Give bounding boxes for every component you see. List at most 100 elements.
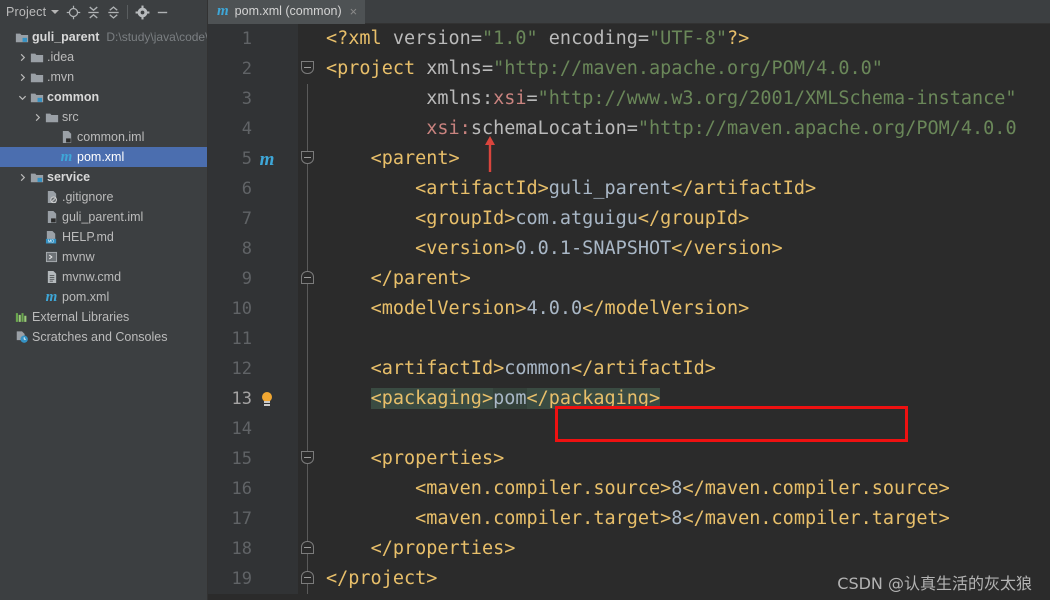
tab-pom-xml-common[interactable]: m pom.xml (common) × (208, 0, 366, 24)
code-line[interactable]: 12 <artifactId>common</artifactId> (208, 354, 1050, 384)
maven-m-icon[interactable]: m (256, 150, 278, 169)
code-line[interactable]: 7 <groupId>com.atguigu</groupId> (208, 204, 1050, 234)
lightbulb-icon[interactable] (256, 391, 278, 407)
fold-toggle[interactable] (298, 144, 318, 174)
locate-icon[interactable] (63, 2, 83, 22)
code-line[interactable]: 9 </parent> (208, 264, 1050, 294)
project-tree[interactable]: guli_parent D:\study\java\code\ .idea .mvn c… (0, 24, 208, 600)
code-text: <artifactId>guli_parent</artifactId> (415, 178, 817, 199)
tree-item-src[interactable]: src (0, 107, 207, 127)
tree-item-mvn[interactable]: .mvn (0, 67, 207, 87)
code-line[interactable]: 16 <maven.compiler.source>8</maven.compi… (208, 474, 1050, 504)
fold-minus-icon[interactable] (301, 451, 314, 464)
code-text: <maven.compiler.target>8</maven.compiler… (415, 508, 950, 529)
gitignore-file-icon (43, 190, 60, 204)
chevron-right-icon[interactable] (32, 113, 43, 122)
tree-item-scratches-and-consoles[interactable]: Scratches and Consoles (0, 327, 207, 347)
editor-gutter[interactable]: 5m (208, 144, 298, 174)
fold-minus-icon[interactable] (301, 271, 314, 284)
editor-gutter[interactable]: 19 (208, 564, 298, 594)
editor-gutter[interactable]: 1 (208, 24, 298, 54)
fold-minus-icon[interactable] (301, 151, 314, 164)
fold-area (298, 84, 318, 114)
tree-item-mvnw[interactable]: mvnw (0, 247, 207, 267)
code-line[interactable]: 11 (208, 324, 1050, 354)
tree-item-guli-parent-iml[interactable]: guli_parent.iml (0, 207, 207, 227)
chevron-right-icon[interactable] (17, 173, 28, 182)
editor-gutter[interactable]: 7 (208, 204, 298, 234)
editor-gutter[interactable]: 11 (208, 324, 298, 354)
fold-minus-icon[interactable] (301, 61, 314, 74)
editor-gutter[interactable]: 8 (208, 234, 298, 264)
expand-all-icon[interactable] (83, 2, 103, 22)
code-line[interactable]: 18 </properties> (208, 534, 1050, 564)
tree-item-help-md[interactable]: MD HELP.md (0, 227, 207, 247)
chevron-down-icon[interactable] (51, 10, 60, 14)
editor-gutter[interactable]: 4 (208, 114, 298, 144)
editor-gutter[interactable]: 16 (208, 474, 298, 504)
fold-toggle[interactable] (298, 54, 318, 84)
watermark-text: CSDN @认真生活的灰太狼 (837, 574, 1032, 593)
fold-minus-icon[interactable] (301, 571, 314, 584)
editor-gutter[interactable]: 12 (208, 354, 298, 384)
code-line[interactable]: 8 <version>0.0.1-SNAPSHOT</version> (208, 234, 1050, 264)
fold-minus-icon[interactable] (301, 541, 314, 554)
tree-item-common-iml[interactable]: common.iml (0, 127, 207, 147)
editor-gutter[interactable]: 9 (208, 264, 298, 294)
tree-item-gitignore[interactable]: .gitignore (0, 187, 207, 207)
tree-item-pom-xml[interactable]: m pom.xml (0, 287, 207, 307)
line-number: 2 (241, 59, 252, 79)
code-line[interactable]: 3 xmlns:xsi="http://www.w3.org/2001/XMLS… (208, 84, 1050, 114)
tree-item-idea[interactable]: .idea (0, 47, 207, 67)
editor-gutter[interactable]: 15 (208, 444, 298, 474)
fold-toggle[interactable] (298, 534, 318, 564)
editor-gutter[interactable]: 10 (208, 294, 298, 324)
line-number: 19 (231, 569, 252, 589)
editor-gutter[interactable]: 17 (208, 504, 298, 534)
iml-file-icon (58, 130, 75, 144)
code-line[interactable]: 5m <parent> (208, 136, 1050, 174)
tree-item-mvnw-cmd[interactable]: mvnw.cmd (0, 267, 207, 287)
tree-item-service[interactable]: service (0, 167, 207, 187)
tree-item-label: pom.xml (77, 150, 125, 164)
code-line[interactable]: 17 <maven.compiler.target>8</maven.compi… (208, 504, 1050, 534)
editor-gutter[interactable]: 2 (208, 54, 298, 84)
code-text: <packaging>pom</packaging> (370, 388, 661, 409)
fold-toggle[interactable] (298, 264, 318, 294)
code-editor[interactable]: 1 <?xml version="1.0" encoding="UTF-8"?> 2… (208, 24, 1050, 600)
code-line[interactable]: 4 xsi:schemaLocation="http://maven.apach… (208, 114, 1050, 144)
chevron-down-icon[interactable] (17, 93, 28, 102)
fold-toggle[interactable] (298, 564, 318, 594)
tree-item-pom-xml[interactable]: m pom.xml (0, 147, 207, 167)
settings-gear-icon[interactable] (132, 2, 152, 22)
idea-window: Project m pom.xml (common) × guli_parent… (0, 0, 1050, 600)
tree-item-common[interactable]: common (0, 87, 207, 107)
code-line[interactable]: 6 <artifactId>guli_parent</artifactId> (208, 174, 1050, 204)
code-line[interactable]: 13 <packaging>pom</packaging> (208, 384, 1050, 414)
code-line[interactable]: 1 <?xml version="1.0" encoding="UTF-8"?> (208, 24, 1050, 54)
code-line[interactable]: 14 (208, 414, 1050, 444)
chevron-right-icon[interactable] (17, 73, 28, 82)
hide-panel-icon[interactable] (152, 2, 172, 22)
code-line[interactable]: 2 <project xmlns="http://maven.apache.org… (208, 54, 1050, 84)
line-number: 18 (231, 539, 252, 559)
fold-area (298, 474, 318, 504)
project-panel-title[interactable]: Project (4, 5, 49, 19)
tree-item-guli-parent[interactable]: guli_parent D:\study\java\code\ (0, 27, 207, 47)
editor-gutter[interactable]: 13 (208, 384, 298, 414)
code-line[interactable]: 10 <modelVersion>4.0.0</modelVersion> (208, 294, 1050, 324)
editor-gutter[interactable]: 18 (208, 534, 298, 564)
close-icon[interactable]: × (348, 5, 358, 18)
line-number: 12 (231, 359, 252, 379)
chevron-right-icon[interactable] (17, 53, 28, 62)
code-line[interactable]: 15 <properties> (208, 444, 1050, 474)
editor-gutter[interactable]: 6 (208, 174, 298, 204)
tree-item-external-libraries[interactable]: External Libraries (0, 307, 207, 327)
line-number: 6 (241, 179, 252, 199)
fold-toggle[interactable] (298, 444, 318, 474)
code-text: xsi:schemaLocation="http://maven.apache.… (426, 118, 1017, 139)
collapse-all-icon[interactable] (103, 2, 123, 22)
editor-gutter[interactable]: 3 (208, 84, 298, 114)
editor-gutter[interactable]: 14 (208, 414, 298, 444)
folder-icon (28, 71, 45, 84)
